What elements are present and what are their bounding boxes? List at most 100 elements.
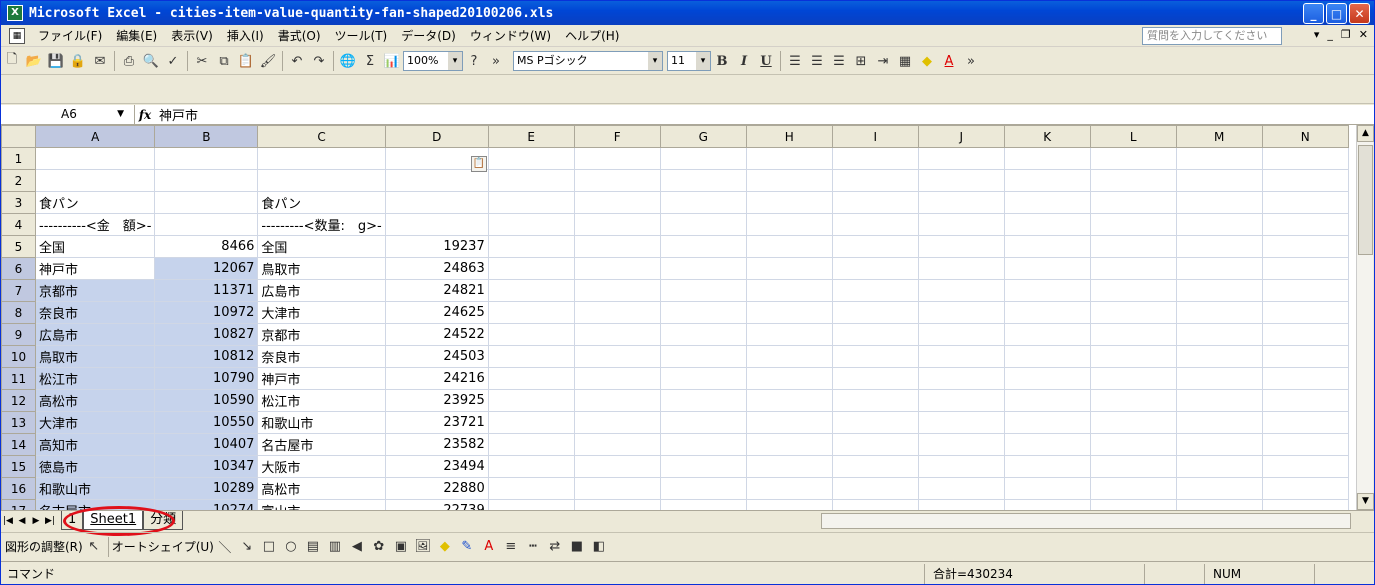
- cell-empty[interactable]: [917, 191, 1005, 214]
- menu-edit[interactable]: 編集(E): [109, 26, 164, 46]
- paste-icon[interactable]: 📋: [235, 50, 257, 72]
- redo-icon[interactable]: ↷: [308, 50, 330, 72]
- cell-empty[interactable]: [659, 169, 747, 192]
- doc-restore-icon[interactable]: ❐: [1341, 28, 1351, 41]
- cell-empty[interactable]: [831, 301, 919, 324]
- vertical-scrollbar[interactable]: ▲ ▼: [1356, 125, 1374, 510]
- cell-a[interactable]: ----------<金 額>-: [34, 213, 156, 236]
- cell-empty[interactable]: [1175, 499, 1263, 510]
- cell-empty[interactable]: [1261, 477, 1349, 500]
- cell-a[interactable]: 和歌山市: [34, 477, 156, 500]
- fill-color-icon[interactable]: ◆: [916, 50, 938, 72]
- cell-d[interactable]: 23925: [384, 389, 489, 412]
- row-header[interactable]: 7: [1, 279, 36, 302]
- row-header[interactable]: 12: [1, 389, 36, 412]
- menu-view[interactable]: 表示(V): [164, 26, 220, 46]
- cell-empty[interactable]: [917, 433, 1005, 456]
- cell-empty[interactable]: [917, 499, 1005, 510]
- cell-empty[interactable]: [1089, 213, 1177, 236]
- cell-b[interactable]: [154, 169, 259, 192]
- line-icon[interactable]: ＼: [214, 536, 236, 558]
- increase-indent-icon[interactable]: ⇥: [872, 50, 894, 72]
- cell-empty[interactable]: [1089, 279, 1177, 302]
- cell-empty[interactable]: [1261, 323, 1349, 346]
- cell-empty[interactable]: [1261, 455, 1349, 478]
- cell-empty[interactable]: [659, 235, 747, 258]
- status-resize-grip[interactable]: [1314, 563, 1374, 584]
- cell-d[interactable]: 22880: [384, 477, 489, 500]
- cell-empty[interactable]: [573, 279, 661, 302]
- cell-empty[interactable]: [1003, 455, 1091, 478]
- cell-empty[interactable]: [487, 433, 575, 456]
- cell-empty[interactable]: [1003, 367, 1091, 390]
- cell-d[interactable]: 24821: [384, 279, 489, 302]
- cell-empty[interactable]: [1003, 147, 1091, 170]
- cell-empty[interactable]: [1089, 455, 1177, 478]
- cell-empty[interactable]: [1003, 169, 1091, 192]
- help-dropdown-icon[interactable]: ▾: [1314, 28, 1320, 41]
- cell-empty[interactable]: [1175, 301, 1263, 324]
- cell-empty[interactable]: [745, 389, 833, 412]
- cell-empty[interactable]: [831, 279, 919, 302]
- cell-a[interactable]: 神戸市: [34, 257, 156, 280]
- bold-icon[interactable]: B: [711, 50, 733, 72]
- cell-empty[interactable]: [831, 147, 919, 170]
- cell-empty[interactable]: [1261, 147, 1349, 170]
- row-header[interactable]: 17: [1, 499, 36, 510]
- cell-empty[interactable]: [659, 345, 747, 368]
- last-sheet-icon[interactable]: ▶|: [43, 516, 57, 526]
- cell-empty[interactable]: [1175, 455, 1263, 478]
- menu-window[interactable]: ウィンドウ(W): [463, 26, 558, 46]
- cell-b[interactable]: 10347: [154, 455, 259, 478]
- cell-empty[interactable]: [1003, 279, 1091, 302]
- diagram-icon[interactable]: ✿: [368, 536, 390, 558]
- row-header[interactable]: 2: [1, 169, 36, 192]
- cell-empty[interactable]: [1089, 367, 1177, 390]
- cell-a[interactable]: 奈良市: [34, 301, 156, 324]
- cell-b[interactable]: 12067: [154, 257, 259, 280]
- cell-empty[interactable]: [917, 455, 1005, 478]
- cell-empty[interactable]: [917, 411, 1005, 434]
- help-search-input[interactable]: 質問を入力してください: [1142, 27, 1282, 45]
- vertical-textbox-icon[interactable]: ▥: [324, 536, 346, 558]
- cell-empty[interactable]: [1261, 411, 1349, 434]
- cell-empty[interactable]: [1175, 389, 1263, 412]
- row-header[interactable]: 6: [1, 257, 36, 280]
- cell-empty[interactable]: [1175, 279, 1263, 302]
- cell-empty[interactable]: [487, 389, 575, 412]
- cell-empty[interactable]: [1089, 411, 1177, 434]
- cell-d[interactable]: [384, 169, 489, 192]
- cell-empty[interactable]: [1261, 301, 1349, 324]
- cell-empty[interactable]: [1089, 169, 1177, 192]
- col-header-d[interactable]: D: [384, 125, 489, 148]
- cell-empty[interactable]: [917, 279, 1005, 302]
- dash-style-icon[interactable]: ┅: [522, 536, 544, 558]
- cell-empty[interactable]: [745, 477, 833, 500]
- cell-empty[interactable]: [1003, 191, 1091, 214]
- row-header[interactable]: 3: [1, 191, 36, 214]
- cell-b[interactable]: [154, 213, 259, 236]
- line-color-icon[interactable]: ✎: [456, 536, 478, 558]
- cell-empty[interactable]: [745, 411, 833, 434]
- cell-empty[interactable]: [1175, 345, 1263, 368]
- cell-empty[interactable]: [917, 301, 1005, 324]
- cell-empty[interactable]: [831, 323, 919, 346]
- arrow-icon[interactable]: ↘: [236, 536, 258, 558]
- excel-app-icon[interactable]: X: [7, 5, 23, 21]
- cell-d[interactable]: 19237: [384, 235, 489, 258]
- autosum-icon[interactable]: Σ: [359, 50, 381, 72]
- cell-c[interactable]: 富山市: [257, 499, 386, 510]
- fx-icon[interactable]: fx: [135, 108, 155, 122]
- doc-close-icon[interactable]: ✕: [1359, 28, 1368, 41]
- email-icon[interactable]: ✉: [89, 50, 111, 72]
- col-header-j[interactable]: J: [917, 125, 1005, 148]
- cell-empty[interactable]: [917, 235, 1005, 258]
- next-sheet-icon[interactable]: ▶: [29, 516, 43, 526]
- cell-empty[interactable]: [1261, 345, 1349, 368]
- cell-b[interactable]: 10590: [154, 389, 259, 412]
- italic-icon[interactable]: I: [733, 50, 755, 72]
- align-left-icon[interactable]: ☰: [784, 50, 806, 72]
- cell-empty[interactable]: [1175, 169, 1263, 192]
- scroll-up-icon[interactable]: ▲: [1357, 125, 1374, 142]
- cell-empty[interactable]: [1175, 323, 1263, 346]
